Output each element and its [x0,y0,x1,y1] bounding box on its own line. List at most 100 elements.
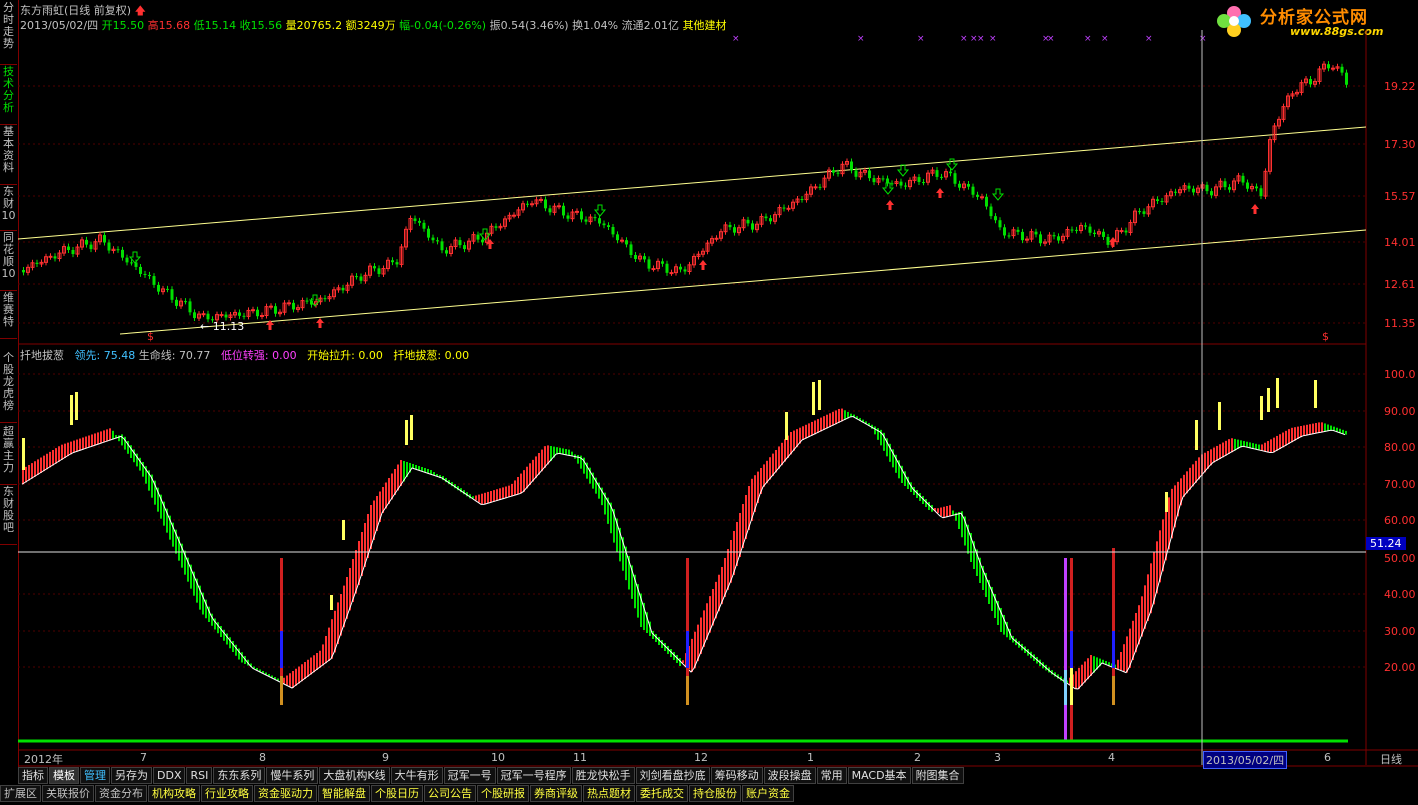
candle-body [904,185,907,187]
candle-body [274,306,277,314]
indicator-bar [46,453,48,470]
indicator-bar [391,473,393,500]
indicator-bar [289,673,291,687]
price-label: 11.35 [1384,317,1416,330]
candle-body [607,225,610,227]
indicator-bar [700,617,702,654]
event-marker-icon: × [960,34,968,44]
candle-body [836,172,840,174]
indicator-bar [718,574,720,612]
candle-body [89,244,93,250]
btn-holdings[interactable]: 持仓股份 [689,785,741,802]
indicator-bar [523,470,525,492]
candle-body [557,205,561,208]
candle-body [1106,236,1110,245]
indicator-bar [826,414,828,429]
btn-fund-distribution[interactable]: 资金分布 [95,785,147,802]
indicator-bar [1327,424,1329,431]
btn-indicator[interactable]: 指标 [18,767,48,784]
indicator-bar [535,456,537,479]
candle-body [872,178,876,183]
btn-liujian-bottom[interactable]: 刘剑看盘抄底 [635,767,710,784]
btn-chip-move[interactable]: 筹码移动 [710,767,763,784]
channel-lower-line [119,229,1367,335]
indicator-bar [502,487,504,499]
btn-rsi[interactable]: RSI [186,767,213,784]
indicator-bar [697,624,699,662]
btn-wave-trade[interactable]: 波段操盘 [763,767,816,784]
btn-champion-one[interactable]: 冠军一号 [443,767,496,784]
candle-body [481,239,484,243]
indicator-bar [421,467,423,471]
indicator-bar [1258,444,1260,450]
btn-subchart-set[interactable]: 附图集合 [911,767,964,784]
btn-macd-basic[interactable]: MACD基本 [847,767,911,784]
candle-body [1021,231,1024,241]
chart-canvas[interactable]: $ $× × × × × × × ×× × × × × ← 11.13 [0,0,1418,805]
btn-slow-bull-series[interactable]: 慢牛系列 [266,767,319,784]
candle-body [170,289,174,300]
indicator-bar [1234,438,1236,451]
candle-body [116,249,120,251]
candle-body [1052,235,1056,237]
candle-body [764,216,768,219]
btn-smart-analysis[interactable]: 智能解盘 [318,785,370,802]
indicator-bar [346,577,348,619]
indicator-bar [1210,449,1212,466]
candle-body [323,298,327,300]
btn-related-quote[interactable]: 关联报价 [42,785,94,802]
btn-hot-topics[interactable]: 热点题材 [583,785,635,802]
event-marker-icon: × [977,34,985,44]
btn-save-as[interactable]: 另存为 [111,767,152,784]
candle-body [224,314,228,318]
btn-broker-rating[interactable]: 券商评级 [530,785,582,802]
btn-industry-strategy[interactable]: 行业攻略 [201,785,253,802]
candle-body [107,242,111,251]
btn-fund-drive[interactable]: 资金驱动力 [254,785,317,802]
indicator-bar [541,449,543,472]
btn-common[interactable]: 常用 [816,767,847,784]
btn-stock-calendar[interactable]: 个股日历 [371,785,423,802]
btn-dongdong-series[interactable]: 东东系列 [213,767,266,784]
candle-body [971,186,975,195]
indicator-bar [1120,652,1122,671]
indicator-bar [1219,444,1221,460]
btn-announcements[interactable]: 公司公告 [424,785,476,802]
indicator-bar [730,540,732,583]
candle-body [593,217,597,219]
btn-orders[interactable]: 委托成交 [636,785,688,802]
indicator-bar [1267,441,1269,452]
indicator-axis-label: 20.00 [1384,661,1416,674]
btn-manage[interactable]: 管理 [80,767,110,784]
indicator-bar [475,495,477,501]
period-label[interactable]: 日线 [1380,751,1402,767]
indicator-bar [508,485,510,498]
indicator-bar [793,430,795,451]
btn-template[interactable]: 模板 [49,767,79,784]
btn-shenglong[interactable]: 胜龙快松手 [571,767,635,784]
indicator-bar [1102,659,1104,663]
candle-body [994,216,997,221]
indicator-bar [25,466,27,483]
btn-ddx[interactable]: DDX [153,767,186,784]
indicator-bar [1075,671,1077,689]
btn-big-bull[interactable]: 大牛有形 [390,767,443,784]
indicator-bar [724,558,726,597]
indicator-bar [808,423,810,438]
btn-institution-kline[interactable]: 大盘机构K线 [319,767,390,784]
btn-institution-strategy[interactable]: 机构攻略 [148,785,200,802]
pull-signal-spike [280,676,283,705]
btn-champion-program[interactable]: 冠军一号程序 [496,767,571,784]
candle-body [1156,199,1159,202]
indicator-name[interactable]: 扦地拔葱 [20,349,64,362]
indicator-bar [778,446,780,469]
indicator-bar [874,426,876,435]
indicator-bar [1198,457,1200,480]
btn-extension[interactable]: 扩展区 [0,785,41,802]
btn-research[interactable]: 个股研报 [477,785,529,802]
indicator-bar [784,439,786,462]
btn-account-funds[interactable]: 账户资金 [742,785,794,802]
dollar-marker-icon: $ [1322,330,1329,343]
candle-body [1241,175,1245,183]
indicator-axis-label: 80.00 [1384,441,1416,454]
